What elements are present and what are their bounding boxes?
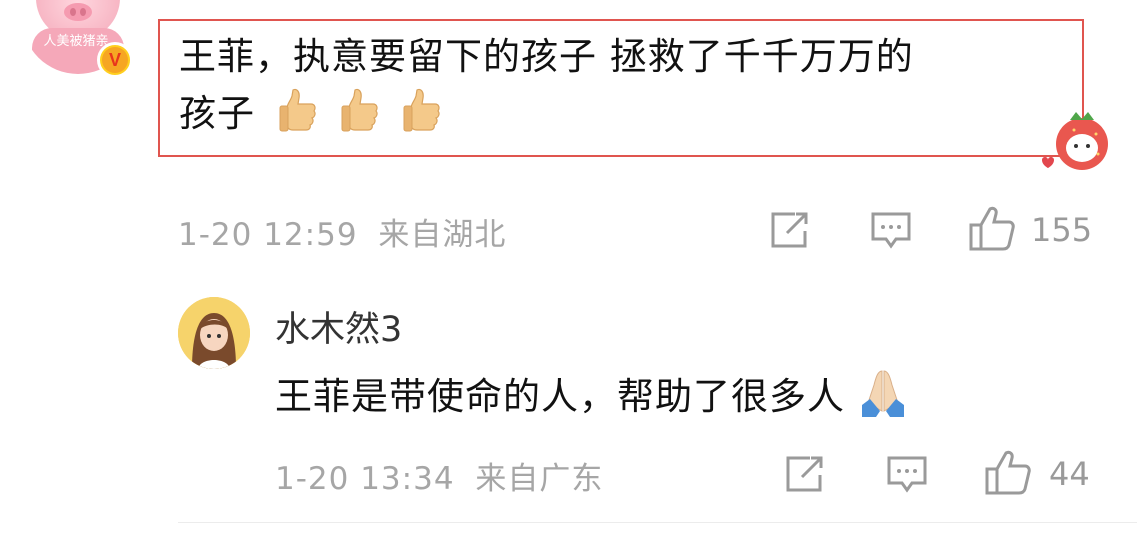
thumbs-up-emoji xyxy=(279,88,316,132)
reply-location: 来自广东 xyxy=(475,461,604,497)
folded-hands-emoji xyxy=(861,370,904,417)
reply-text: 王菲是带使命的人，帮助了很多人 xyxy=(275,375,845,418)
divider xyxy=(178,522,1137,523)
reply-reply-icon[interactable] xyxy=(886,455,928,493)
like-icon[interactable] xyxy=(968,205,1016,251)
comment-text-line-2-row: 孩子 xyxy=(179,85,1069,142)
vip-badge-letter: V xyxy=(102,47,128,73)
reply-like-count: 44 xyxy=(1049,455,1090,493)
reply-body[interactable]: 王菲是带使命的人，帮助了很多人 xyxy=(275,366,908,420)
reply-date: 1-20 13:34 xyxy=(275,461,455,497)
reply-username[interactable]: 水木然3 xyxy=(275,301,402,352)
comment-date: 1-20 12:59 xyxy=(178,217,358,253)
comment-body[interactable]: 王菲，执意要留下的孩子 拯救了千千万万的 孩子 xyxy=(179,28,1069,142)
share-icon[interactable] xyxy=(769,211,811,249)
thumbs-up-emoji xyxy=(341,88,378,132)
comment-text-line-1: 王菲，执意要留下的孩子 拯救了千千万万的 xyxy=(179,35,914,78)
reply-comment-icon[interactable] xyxy=(870,211,912,249)
like-count: 155 xyxy=(1031,211,1093,249)
vip-badge: V xyxy=(97,42,133,78)
reply-like-icon[interactable] xyxy=(984,449,1032,495)
strawberry-sticker-icon xyxy=(1042,112,1108,170)
reply-avatar[interactable] xyxy=(178,297,250,369)
comment-text-line-2: 孩子 xyxy=(179,92,255,135)
comment-meta: 1-20 12:59 来自湖北 xyxy=(178,209,506,254)
thumbs-up-emoji xyxy=(403,88,440,132)
reply-meta: 1-20 13:34 来自广东 xyxy=(275,453,603,498)
comment-location: 来自湖北 xyxy=(378,217,507,253)
reply-share-icon[interactable] xyxy=(784,455,826,493)
